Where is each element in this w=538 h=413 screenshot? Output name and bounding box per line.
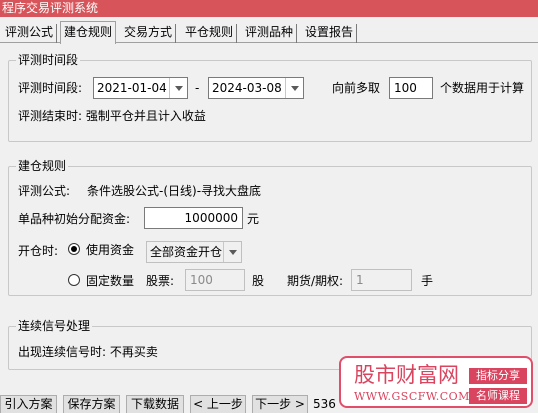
- stock-input[interactable]: 100: [185, 269, 245, 291]
- end-date-value: 2024-03-08: [212, 81, 282, 95]
- watermark-title: 股市财富网: [354, 363, 459, 387]
- watermark-tag-indicators: 指标分享: [469, 368, 527, 384]
- capital-unit: 元: [247, 212, 260, 226]
- lookback-suffix: 个数据用于计算: [440, 81, 525, 95]
- futures-unit: 手: [421, 274, 434, 288]
- fixed-qty-radio[interactable]: [68, 274, 80, 286]
- build-rules-legend: 建仓规则: [16, 159, 69, 173]
- use-funds-mode-select[interactable]: 全部资金开仓: [146, 241, 242, 263]
- chevron-down-icon[interactable]: [169, 78, 187, 98]
- use-funds-radio[interactable]: [68, 243, 80, 255]
- tab-formula[interactable]: 评测公式: [2, 24, 58, 43]
- use-funds-label[interactable]: 使用资金: [86, 243, 134, 258]
- futures-input[interactable]: 1: [351, 269, 412, 291]
- start-date-value: 2021-01-04: [97, 81, 167, 95]
- capital-label: 单品种初始分配资金:: [18, 212, 131, 226]
- capital-input[interactable]: 1000000: [144, 207, 243, 229]
- tab-build-rules[interactable]: 建仓规则: [60, 21, 117, 44]
- chevron-down-icon[interactable]: [223, 242, 241, 262]
- formula-value: 条件选股公式-(日线)-寻找大盘底: [87, 184, 262, 198]
- signal-text: 出现连续信号时: 不再买卖: [18, 345, 158, 359]
- tab-strip: 评测公式 建仓规则 交易方式 平仓规则 评测品种 设置报告: [0, 21, 538, 44]
- site-watermark: 股市财富网 WWW.GSCFW.COM 指标分享 名师课程: [339, 356, 533, 408]
- lookback-input[interactable]: 100: [389, 77, 433, 99]
- chevron-down-icon[interactable]: [285, 78, 303, 98]
- tab-close-rules[interactable]: 平仓规则: [182, 24, 238, 43]
- formula-label: 评测公式:: [18, 184, 71, 198]
- fixed-qty-label[interactable]: 固定数量: [86, 274, 134, 289]
- stock-label: 股票:: [146, 274, 175, 288]
- stock-unit: 股: [252, 274, 265, 288]
- period-legend: 评测时间段: [16, 53, 81, 67]
- lookback-prefix: 向前多取: [332, 81, 381, 95]
- start-date-picker[interactable]: 2021-01-04: [93, 77, 188, 99]
- tab-report-settings[interactable]: 设置报告: [302, 24, 358, 43]
- watermark-tag-courses: 名师课程: [469, 388, 527, 404]
- tab-trade-mode[interactable]: 交易方式: [121, 24, 177, 43]
- signal-legend: 连续信号处理: [16, 319, 93, 333]
- open-label: 开仓时:: [18, 244, 59, 258]
- save-scheme-button[interactable]: 保存方案: [63, 395, 120, 413]
- watermark-url: WWW.GSCFW.COM: [354, 390, 470, 403]
- import-scheme-button[interactable]: 引入方案: [0, 395, 57, 413]
- futures-label: 期货/期权:: [287, 274, 344, 288]
- date-separator: -: [195, 81, 200, 95]
- next-step-button[interactable]: 下一步 >: [252, 395, 308, 413]
- download-data-button[interactable]: 下载数据: [126, 395, 184, 413]
- truncated-text: 536: [313, 397, 336, 411]
- period-group: 评测时间段: [8, 53, 532, 142]
- window-title: 程序交易评测系统: [0, 0, 538, 17]
- end-of-test-note: 评测结束时: 强制平仓并且计入收益: [18, 109, 206, 123]
- period-label: 评测时间段:: [18, 81, 83, 95]
- tab-instruments[interactable]: 评测品种: [242, 24, 298, 43]
- use-funds-mode-value: 全部资金开仓: [150, 245, 223, 259]
- prev-step-button[interactable]: < 上一步: [190, 395, 246, 413]
- end-date-picker[interactable]: 2024-03-08: [208, 77, 304, 99]
